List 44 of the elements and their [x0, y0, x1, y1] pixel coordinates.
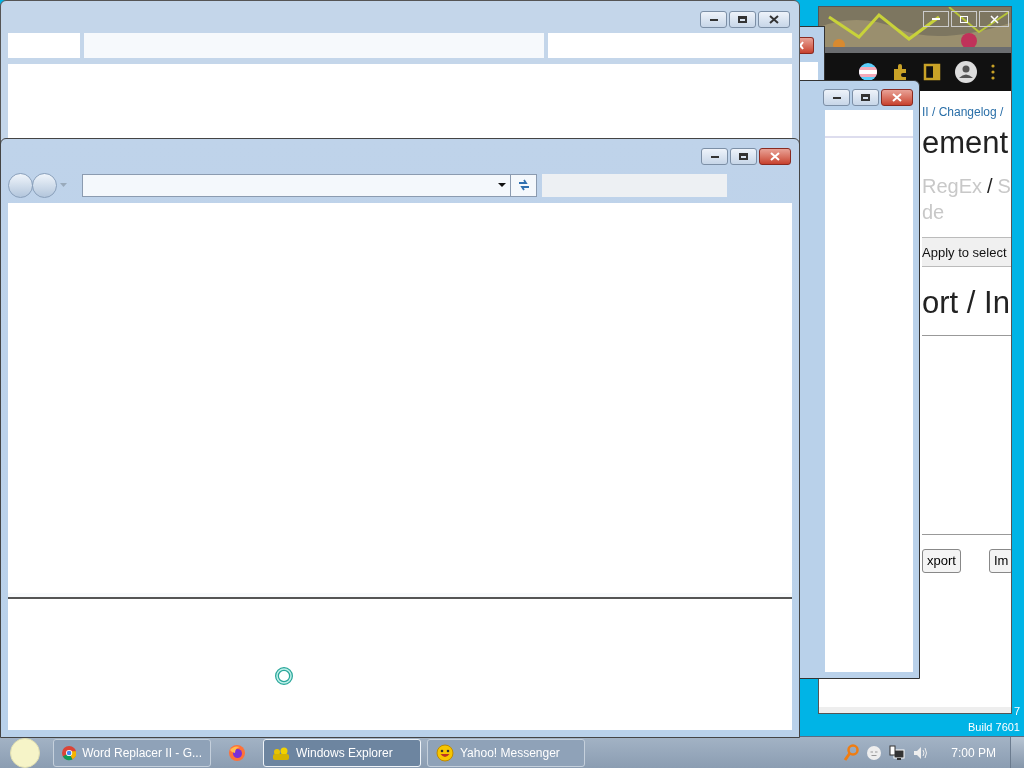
dropdown-icon[interactable] — [498, 183, 506, 187]
smiley-icon — [436, 743, 454, 762]
network-icon[interactable] — [889, 744, 906, 761]
refresh-icon — [516, 178, 531, 192]
toolbar-area — [8, 33, 80, 58]
breadcrumb: II / Changelog / — [922, 104, 1005, 121]
taskbar-button[interactable]: Word Replacer II - G... — [53, 738, 211, 767]
minimize-button[interactable] — [701, 148, 728, 165]
loading-icon — [274, 666, 294, 686]
page-button[interactable]: Im — [988, 549, 1011, 573]
more-icon[interactable] — [991, 64, 995, 80]
avatar-icon[interactable] — [955, 61, 977, 83]
link-separator: / — [987, 174, 993, 199]
search-field[interactable] — [542, 173, 727, 197]
maximize-button[interactable] — [729, 11, 756, 28]
desktop-version-text: 7 — [1013, 704, 1020, 719]
taskbar-button[interactable]: Windows Explorer — [263, 738, 421, 767]
address-field[interactable] — [84, 33, 544, 58]
refresh-button[interactable] — [511, 173, 537, 197]
minimize-button[interactable] — [823, 89, 850, 106]
page-heading: ement — [922, 125, 1010, 161]
close-icon — [989, 14, 999, 24]
close-icon — [770, 152, 780, 161]
close-icon — [892, 93, 902, 102]
maximize-button[interactable] — [730, 148, 757, 165]
close-button[interactable] — [758, 11, 790, 28]
address-field[interactable] — [82, 173, 511, 197]
minimize-button[interactable] — [700, 11, 727, 28]
striped-badge-icon[interactable] — [859, 63, 877, 81]
chrome-icon — [62, 744, 77, 761]
page-button[interactable]: xport — [922, 549, 961, 573]
clock[interactable]: 7:00 PM — [951, 743, 996, 762]
close-button[interactable] — [759, 148, 791, 165]
desktop-build-text: Build 7601 — [968, 720, 1020, 735]
start-button[interactable] — [10, 737, 40, 768]
firefox-icon — [228, 743, 246, 762]
puzzle-icon[interactable] — [891, 63, 909, 81]
maximize-button[interactable] — [852, 89, 879, 106]
section-heading: ort / In — [922, 285, 1011, 321]
search-field[interactable] — [548, 33, 792, 58]
taskbar-button[interactable]: Yahoo! Messenger — [427, 738, 585, 767]
close-icon — [769, 15, 779, 24]
side-panel-icon[interactable] — [923, 63, 941, 81]
close-button[interactable] — [881, 89, 913, 106]
